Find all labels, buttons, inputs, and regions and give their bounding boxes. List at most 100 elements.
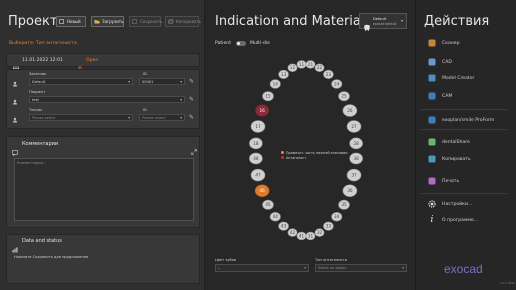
tooth-23[interactable]: 23 — [323, 69, 334, 79]
tooth-45[interactable]: 45 — [262, 199, 274, 210]
tooth-28[interactable]: 28 — [349, 137, 363, 150]
action-dentalshare[interactable]: dentalShare — [427, 137, 470, 147]
copy-project-button[interactable]: Копировать — [165, 16, 201, 27]
tooth-number: 13 — [281, 72, 287, 77]
chevron-down-icon: ▾ — [180, 80, 182, 84]
tooth-number: 48 — [253, 156, 259, 161]
technician-label: Техник — [29, 108, 43, 112]
tooth-number: 23 — [326, 72, 332, 77]
edit-technician-icon[interactable]: ✎ — [189, 115, 195, 121]
tooth-31[interactable]: 31 — [305, 231, 316, 241]
legend-dot-red — [281, 155, 284, 159]
about-button[interactable]: i О программе... — [427, 215, 479, 225]
comments-textarea[interactable]: Комментарии... — [14, 158, 194, 221]
tooth-11[interactable]: 11 — [296, 60, 307, 69]
tooth-15[interactable]: 15 — [262, 91, 274, 102]
tooth-48[interactable]: 48 — [249, 152, 263, 165]
tooth-37[interactable]: 37 — [346, 168, 362, 182]
edit-patient-icon[interactable]: ✎ — [189, 97, 195, 103]
project-title: Проект — [8, 14, 58, 29]
expand-icon[interactable] — [191, 140, 197, 155]
tooth-13[interactable]: 13 — [278, 69, 289, 79]
tooth-27[interactable]: 27 — [346, 120, 362, 133]
id2-select[interactable]: Please select ▾ — [139, 114, 185, 121]
divider — [420, 129, 508, 130]
patient-label: Пациент — [29, 90, 46, 94]
tooth-41[interactable]: 41 — [296, 231, 307, 241]
tooth-21[interactable]: 21 — [305, 60, 316, 69]
antagonist-type-select[interactable]: Select an option ▾ — [315, 264, 407, 272]
tooth-43[interactable]: 43 — [278, 221, 289, 231]
id-select[interactable]: 00001 ▾ — [139, 78, 185, 85]
patient-icon — [12, 90, 18, 105]
comments-title: Комментарии — [22, 141, 59, 147]
toggle-label-multidie: Multi-die — [250, 41, 270, 46]
status-open: Open — [86, 58, 99, 63]
lock-open-icon — [77, 57, 83, 72]
tooth-number: 17 — [255, 124, 261, 129]
scanner-icon — [427, 38, 437, 48]
tooth-42[interactable]: 42 — [287, 228, 298, 237]
tooth-number: 33 — [326, 224, 332, 229]
tooth-number: 26 — [347, 108, 353, 113]
tooth-24[interactable]: 24 — [331, 79, 343, 89]
tooth-33[interactable]: 33 — [323, 221, 334, 231]
teeth-color-label: Цвет зубов — [215, 258, 236, 262]
patient-select[interactable]: test ▾ — [29, 96, 185, 103]
tooth-47[interactable]: 47 — [250, 168, 266, 182]
data-status-text: Нажмите Сохранить для продолжения — [14, 255, 89, 259]
tooth-number: 43 — [281, 224, 287, 229]
copy-icon — [427, 154, 437, 164]
tooth-12[interactable]: 12 — [287, 63, 298, 72]
teeth-color-select[interactable]: -- ▾ — [215, 264, 309, 272]
save-button[interactable]: Сохранить — [129, 16, 163, 27]
tooth-number: 25 — [341, 94, 347, 99]
cam-icon — [427, 91, 437, 101]
action-cad[interactable]: CAD — [427, 57, 452, 67]
tooth-14[interactable]: 14 — [269, 79, 281, 89]
status-icon — [12, 238, 18, 253]
exocad-logo: exocad — [444, 262, 483, 276]
action-cam[interactable]: CAM — [427, 91, 452, 101]
tooth-number: 24 — [334, 81, 340, 86]
technician-icon — [12, 108, 18, 123]
default-config-button[interactable]: Default exocad default ▾ — [359, 13, 407, 32]
tooth-25[interactable]: 25 — [338, 91, 350, 102]
cad-icon — [427, 57, 437, 67]
load-button[interactable]: Загрузить — [91, 16, 124, 27]
tooth-34[interactable]: 34 — [331, 212, 343, 222]
action-model-creator[interactable]: Model Creator — [427, 73, 474, 83]
new-file-icon — [59, 19, 65, 24]
tooth-number: 16 — [259, 108, 265, 113]
customer-icon — [12, 72, 18, 87]
tooth-17[interactable]: 17 — [250, 120, 266, 133]
data-status-card: Data and status Нажмите Сохранить для пр… — [6, 234, 200, 284]
edit-customer-icon[interactable]: ✎ — [189, 79, 195, 85]
chevron-down-icon: ▾ — [128, 116, 130, 120]
tooth-38[interactable]: 38 — [349, 152, 363, 165]
new-button[interactable]: Новый — [56, 16, 86, 27]
tooth-22[interactable]: 22 — [314, 63, 325, 72]
technician-select[interactable]: Please select ▾ — [29, 114, 133, 121]
settings-button[interactable]: Настройки... — [427, 199, 472, 209]
customer-select[interactable]: Default ▾ — [29, 78, 133, 85]
legend-dot-orange — [281, 151, 284, 154]
tooth-32[interactable]: 32 — [314, 228, 325, 237]
data-status-title: Data and status — [22, 238, 62, 244]
tooth-36[interactable]: 36 — [342, 184, 358, 197]
tooth-number: 14 — [273, 81, 279, 86]
action-print[interactable]: Печать — [427, 176, 459, 186]
action-proform[interactable]: exoplan/smile ProForm — [427, 115, 494, 125]
tooth-number: 38 — [353, 156, 359, 161]
tooth-number: 28 — [353, 141, 359, 146]
comments-card: Комментарии Комментарии... — [6, 136, 200, 228]
tooth-18[interactable]: 18 — [249, 137, 263, 150]
tooth-26[interactable]: 26 — [342, 104, 358, 117]
action-scanner[interactable]: Сканер — [427, 38, 460, 48]
tooth-35[interactable]: 35 — [338, 199, 350, 210]
tooth-46[interactable]: 46 — [254, 184, 270, 197]
tooth-44[interactable]: 44 — [269, 212, 281, 222]
action-copy[interactable]: Копировать — [427, 154, 471, 164]
tooth-16[interactable]: 16 — [254, 104, 270, 117]
patient-multidie-toggle[interactable] — [236, 41, 246, 46]
